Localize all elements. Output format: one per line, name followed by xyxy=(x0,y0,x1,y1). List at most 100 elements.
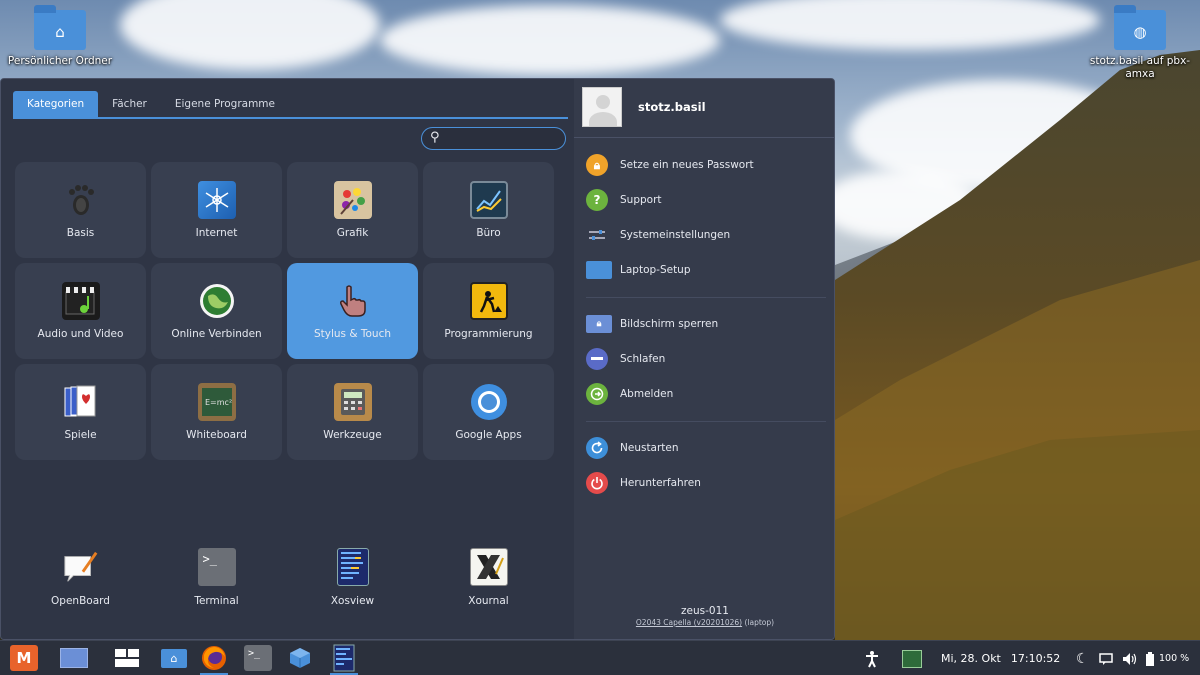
category-buero[interactable]: Büro xyxy=(423,162,554,258)
cube-app-icon[interactable] xyxy=(286,645,314,671)
action-label: Abmelden xyxy=(620,388,674,400)
folder-icon: ◍ xyxy=(1114,5,1166,50)
network-icon xyxy=(197,181,236,219)
category-internet[interactable]: Internet xyxy=(151,162,282,258)
terminal-icon: >_ xyxy=(197,548,236,586)
svg-text:E=mc²: E=mc² xyxy=(205,398,232,407)
openboard-icon xyxy=(62,548,100,586)
action-label: Schlafen xyxy=(620,353,666,365)
desktop-icon-label: stotz.basil auf pbx-amxa xyxy=(1089,55,1191,80)
category-google-apps[interactable]: Google Apps xyxy=(423,364,554,460)
logout-icon xyxy=(586,383,608,405)
version-link[interactable]: O2043 Capella (v20201026) xyxy=(636,618,742,627)
action-restart[interactable]: Neustarten xyxy=(586,435,679,461)
xosview-icon xyxy=(336,548,369,586)
category-label: Grafik xyxy=(336,227,369,239)
tab-eigene-programme[interactable]: Eigene Programme xyxy=(161,91,289,117)
xournal-icon xyxy=(469,548,508,586)
category-audio-und-video[interactable]: Audio und Video xyxy=(15,263,146,359)
desktop-icon-home-folder[interactable]: ⌂ Persönlicher Ordner xyxy=(0,5,120,68)
category-label: Audio und Video xyxy=(37,328,124,340)
category-label: Online Verbinden xyxy=(171,328,262,340)
action-lock-screen[interactable]: 🔒︎ Bildschirm sperren xyxy=(586,311,718,337)
question-icon: ? xyxy=(586,189,608,211)
home-icon: ⌂ xyxy=(55,23,65,41)
desktop-icon-network-share[interactable]: ◍ stotz.basil auf pbx-amxa xyxy=(1080,5,1200,81)
battery-percent: 100 % xyxy=(1159,653,1190,664)
category-werkzeuge[interactable]: Werkzeuge xyxy=(287,364,418,460)
category-spiele[interactable]: Spiele xyxy=(15,364,146,460)
tab-kategorien[interactable]: Kategorien xyxy=(13,91,99,117)
divider xyxy=(574,137,834,138)
sleep-icon xyxy=(586,348,608,370)
desktop-preview xyxy=(60,648,88,668)
calculator-icon xyxy=(333,383,372,421)
power-icon xyxy=(586,472,608,494)
action-logout[interactable]: Abmelden xyxy=(586,381,673,407)
action-label: Support xyxy=(620,194,662,206)
menu-left-pane: Kategorien Fächer Eigene Programme ⚲ Bas… xyxy=(1,79,574,639)
clapperboard-icon xyxy=(61,282,100,320)
application-menu: Kategorien Fächer Eigene Programme ⚲ Bas… xyxy=(0,78,835,640)
favorite-label: Terminal xyxy=(194,595,239,607)
file-manager-icon[interactable]: ⌂ xyxy=(160,645,188,671)
menu-launcher-icon[interactable]: M xyxy=(10,645,38,671)
night-mode-icon[interactable]: ☾ xyxy=(1076,641,1089,675)
action-label: Herunterfahren xyxy=(620,477,701,489)
action-label: Setze ein neues Passwort xyxy=(620,159,754,171)
action-system-settings[interactable]: Systemeinstellungen xyxy=(586,222,730,248)
accessibility-icon[interactable] xyxy=(864,641,880,675)
category-basis[interactable]: Basis xyxy=(15,162,146,258)
network-share-icon: ◍ xyxy=(1133,23,1147,41)
battery-indicator[interactable]: 100 % xyxy=(1146,641,1189,675)
category-label: Büro xyxy=(476,227,501,239)
paint-palette-icon xyxy=(333,181,372,219)
clock[interactable]: Mi, 28. Okt 17:10:52 xyxy=(941,641,1060,675)
network-tray-icon[interactable] xyxy=(902,641,922,675)
action-support[interactable]: ? Support xyxy=(586,187,662,213)
clock-time: 17:10:52 xyxy=(1010,652,1061,665)
category-stylus-touch[interactable]: Stylus & Touch xyxy=(287,263,418,359)
category-programmierung[interactable]: Programmierung xyxy=(423,263,554,359)
username: stotz.basil xyxy=(638,100,706,114)
gnome-foot-icon xyxy=(62,181,100,219)
taskbar: M ⌂ >_ Mi, 28. Okt 17:10:52 ☾ 100 % xyxy=(0,640,1200,675)
action-sleep[interactable]: Schlafen xyxy=(586,346,665,372)
xosview-icon[interactable] xyxy=(330,644,358,675)
avatar[interactable] xyxy=(582,87,622,127)
favorite-terminal[interactable]: >_ Terminal xyxy=(151,542,282,617)
divider xyxy=(586,297,826,298)
tab-faecher[interactable]: Fächer xyxy=(98,91,161,117)
notification-icon[interactable] xyxy=(1099,641,1113,675)
menu-right-pane: stotz.basil 🔒︎ Setze ein neues Passwort … xyxy=(574,79,834,639)
lock-screen-icon: 🔒︎ xyxy=(586,315,612,333)
category-label: Google Apps xyxy=(455,429,522,441)
network-status xyxy=(902,649,922,668)
window-switcher-icon[interactable] xyxy=(112,645,142,671)
search-input[interactable] xyxy=(448,130,560,147)
favorite-openboard[interactable]: OpenBoard xyxy=(15,542,146,617)
show-desktop-icon[interactable] xyxy=(58,645,90,671)
category-whiteboard[interactable]: E=mc² Whiteboard xyxy=(151,364,282,460)
action-change-password[interactable]: 🔒︎ Setze ein neues Passwort xyxy=(586,152,754,178)
volume-icon[interactable] xyxy=(1122,641,1138,675)
firefox-icon[interactable] xyxy=(200,645,228,675)
category-grafik[interactable]: Grafik xyxy=(287,162,418,258)
search-box[interactable]: ⚲ xyxy=(421,127,566,150)
favorite-label: OpenBoard xyxy=(51,595,110,607)
action-shutdown[interactable]: Herunterfahren xyxy=(586,470,701,496)
desktop-icon-label: Persönlicher Ordner xyxy=(7,55,113,67)
action-laptop-setup[interactable]: Laptop-Setup xyxy=(586,257,691,283)
category-label: Whiteboard xyxy=(186,429,247,441)
chrome-icon xyxy=(470,383,508,421)
favorite-label: Xosview xyxy=(330,595,375,607)
category-grid: Basis Internet Grafik Büro Audio und Vid… xyxy=(15,162,554,460)
version-suffix: (laptop) xyxy=(742,618,775,627)
category-label: Werkzeuge xyxy=(323,429,382,441)
category-online-verbinden[interactable]: Online Verbinden xyxy=(151,263,282,359)
favorite-xournal[interactable]: Xournal xyxy=(423,542,554,617)
restart-icon xyxy=(586,437,608,459)
terminal-icon[interactable]: >_ xyxy=(244,645,272,671)
favorite-xosview[interactable]: Xosview xyxy=(287,542,418,617)
user-info: stotz.basil xyxy=(582,87,706,127)
